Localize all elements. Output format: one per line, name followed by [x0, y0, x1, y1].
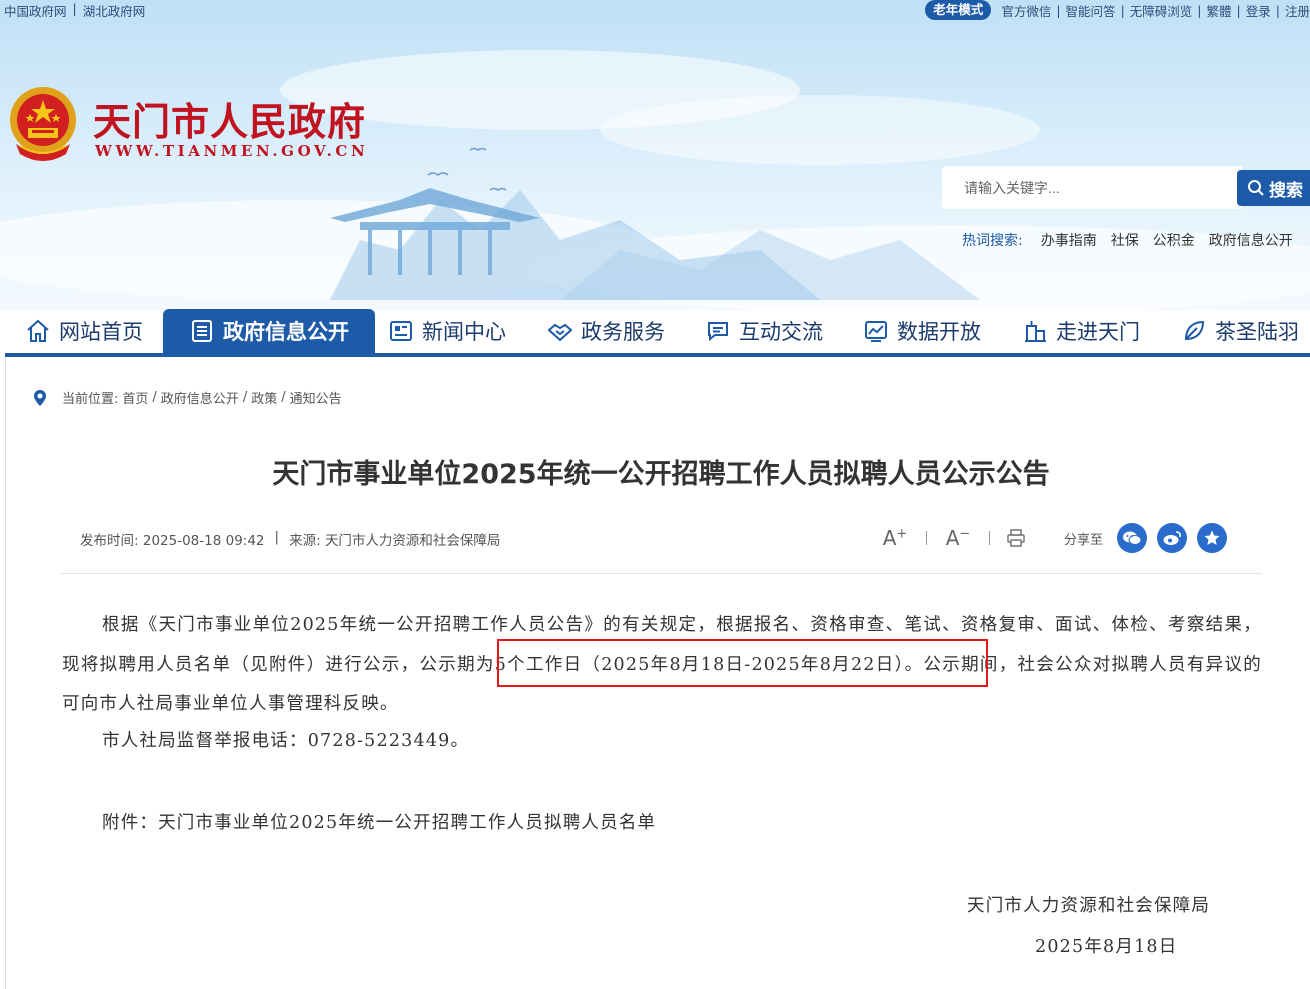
publish-info: 发布时间: 2025-08-18 09:42 — [80, 529, 265, 549]
share-label: 分享至 — [1064, 532, 1104, 548]
breadcrumb-separator: / — [242, 390, 248, 405]
breadcrumb-item-home[interactable]: 首页 — [122, 388, 148, 407]
hot-word[interactable]: 政府信息公开 — [1209, 230, 1293, 250]
location-pin-icon — [34, 389, 46, 406]
nav-item-interaction[interactable]: 互动交流 — [705, 309, 823, 353]
national-emblem-icon[interactable] — [6, 84, 80, 162]
nav-item-luyu[interactable]: 茶圣陆羽 — [1181, 309, 1299, 353]
chat-icon — [708, 322, 728, 342]
breadcrumb-separator: / — [281, 390, 286, 405]
article-paragraph-2: 市人社局监督举报电话：0728-5223449。 — [102, 731, 470, 751]
font-increase-button[interactable]: A+ — [880, 526, 910, 550]
attachment-link[interactable]: 附件：天门市事业单位2025年统一公开招聘工作人员拟聘人员名单 — [102, 808, 1302, 838]
top-link-gov-cn[interactable]: 中国政府网 — [4, 1, 67, 20]
publish-label: 发布时间: — [80, 533, 139, 549]
nav-item-services[interactable]: 政务服务 — [547, 309, 665, 353]
search-button[interactable]: 搜索 — [1237, 170, 1310, 206]
hot-words-label: 热词搜索: — [962, 233, 1023, 249]
breadcrumb-item-gov-info[interactable]: 政府信息公开 — [161, 388, 239, 407]
nav-label: 政务服务 — [581, 320, 665, 344]
source-info: 来源: 天门市人力资源和社会保障局 — [289, 529, 500, 549]
toolbar-wechat[interactable]: 官方微信 — [1001, 1, 1051, 20]
handshake-icon — [547, 323, 573, 342]
top-links: 中国政府网 | 湖北政府网 — [4, 1, 145, 20]
nav-item-home[interactable]: 网站首页 — [25, 309, 143, 353]
wechat-icon — [1123, 531, 1142, 545]
nav-label: 网站首页 — [59, 320, 143, 344]
wechat-share-button[interactable] — [1117, 523, 1148, 553]
toolbar-register[interactable]: 注册 — [1285, 1, 1310, 20]
nav-item-news[interactable]: 新闻中心 — [388, 309, 506, 353]
separator — [989, 531, 990, 545]
nav-label: 茶圣陆羽 — [1215, 320, 1299, 344]
nav-label: 新闻中心 — [422, 320, 506, 344]
article-title: 天门市事业单位2025年统一公开招聘工作人员拟聘人员公示公告 — [272, 459, 1050, 490]
star-icon — [1204, 530, 1220, 545]
meta-separator: | — [274, 529, 280, 545]
nav-label: 政府信息公开 — [223, 320, 349, 344]
chart-icon — [865, 321, 887, 342]
search-input[interactable] — [942, 166, 1237, 209]
search-icon — [1248, 180, 1264, 196]
toolbar-smart-qa[interactable]: 智能问答 — [1066, 1, 1116, 20]
site-domain: WWW.TIANMEN.GOV.CN — [95, 142, 369, 160]
breadcrumb-item-policy[interactable]: 政策 — [251, 388, 277, 407]
article-meta: 发布时间: 2025-08-18 09:42 | 来源: 天门市人力资源和社会保… — [80, 529, 500, 549]
leaf-icon — [1184, 320, 1205, 341]
separator — [926, 531, 927, 545]
font-decrease-button[interactable]: A− — [943, 526, 973, 550]
toolbar-traditional[interactable]: 繁體 — [1207, 1, 1232, 20]
source-label: 来源: — [289, 533, 321, 549]
nav-item-tianmen[interactable]: 走进天门 — [1022, 309, 1140, 353]
top-toolbar: 老年模式 官方微信 | 智能问答 | 无障碍浏览 | 繁體 | 登录 | 注册 — [925, 0, 1310, 20]
hot-word[interactable]: 公积金 — [1153, 230, 1195, 250]
site-title[interactable]: 天门市人民政府 — [93, 91, 366, 146]
hot-word[interactable]: 办事指南 — [1041, 230, 1097, 250]
toolbar-login[interactable]: 登录 — [1246, 1, 1271, 20]
separator: | — [1056, 2, 1061, 18]
site-header: 中国政府网 | 湖北政府网 老年模式 官方微信 | 智能问答 | 无障碍浏览 |… — [0, 0, 1310, 310]
article-tools: A+ A− 分享至 — [880, 522, 1237, 554]
highlight-annotation-box — [497, 639, 988, 687]
separator: | — [1275, 2, 1280, 18]
weibo-icon — [1163, 531, 1181, 545]
breadcrumb-prefix: 当前位置: — [62, 392, 119, 407]
signature-org: 天门市人力资源和社会保障局 — [967, 896, 1211, 916]
list-icon — [192, 320, 212, 342]
home-icon — [27, 319, 49, 342]
search-button-label: 搜索 — [1269, 180, 1303, 201]
publish-time: 2025-08-18 09:42 — [142, 533, 265, 549]
source-value: 天门市人力资源和社会保障局 — [324, 533, 501, 549]
toolbar-accessibility[interactable]: 无障碍浏览 — [1130, 1, 1193, 20]
hot-word[interactable]: 社保 — [1111, 230, 1139, 250]
top-link-hubei[interactable]: 湖北政府网 — [83, 1, 146, 20]
favorite-share-button[interactable] — [1197, 523, 1228, 553]
main-nav: 网站首页 政府信息公开 新闻中心 政务服务 互动交流 数据开放 走进天门 茶圣陆… — [5, 309, 1310, 357]
separator: | — [1120, 2, 1125, 18]
building-icon — [1025, 321, 1046, 342]
newspaper-icon — [390, 321, 412, 341]
separator: | — [1236, 2, 1241, 18]
breadcrumb: 当前位置: 首页 / 政府信息公开 / 政策 / 通知公告 — [32, 388, 342, 407]
separator: | — [72, 1, 77, 16]
nav-label: 走进天门 — [1056, 320, 1140, 344]
meta-divider — [60, 573, 1262, 574]
nav-label: 数据开放 — [897, 320, 981, 344]
breadcrumb-separator: / — [152, 390, 157, 405]
weibo-share-button[interactable] — [1157, 523, 1188, 553]
separator: | — [1197, 2, 1202, 18]
nav-label: 互动交流 — [739, 320, 823, 344]
nav-item-open-data[interactable]: 数据开放 — [863, 309, 981, 353]
elder-mode-button[interactable]: 老年模式 — [925, 0, 992, 20]
nav-item-gov-info[interactable]: 政府信息公开 — [163, 309, 375, 353]
breadcrumb-item-notice[interactable]: 通知公告 — [290, 388, 342, 407]
hot-words: 热词搜索: 办事指南 社保 公积金 政府信息公开 — [962, 230, 1293, 250]
nav-underline — [5, 353, 1310, 357]
search-box — [942, 166, 1242, 209]
print-icon[interactable] — [1006, 529, 1026, 547]
signature-date: 2025年8月18日 — [1035, 937, 1178, 957]
